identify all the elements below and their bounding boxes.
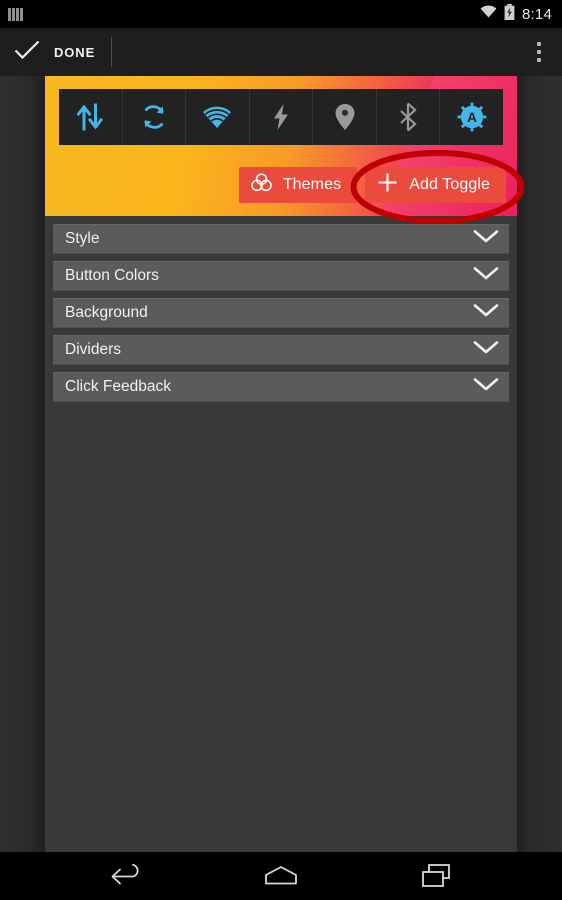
chevron-down-icon [473,266,499,286]
action-bar-separator [111,37,113,67]
settings-row-background[interactable]: Background [53,298,509,328]
bluetooth-toggle[interactable] [377,89,441,145]
settings-row-label: Dividers [65,341,121,358]
home-button[interactable] [255,856,307,896]
plus-icon [377,172,398,198]
data-transfer-icon [77,103,104,131]
content-panel: A Themes Add Toggle Style Button Colors … [0,76,562,852]
wifi-toggle[interactable] [186,89,250,145]
home-icon [265,866,297,885]
settings-row-click-feedback[interactable]: Click Feedback [53,372,509,402]
app-screen: 8:14 DONE A Themes Add Toggle Style Butt… [0,0,562,900]
done-button[interactable]: DONE [0,28,111,76]
settings-row-button-colors[interactable]: Button Colors [53,261,509,291]
action-bar: DONE [0,28,562,76]
settings-row-dividers[interactable]: Dividers [53,335,509,365]
toggle-button-row: A [59,89,503,145]
back-arrow-icon [111,864,139,885]
location-toggle[interactable] [313,89,377,145]
add-toggle-button[interactable]: Add Toggle [365,167,506,203]
add-toggle-label: Add Toggle [409,176,490,193]
svg-text:A: A [467,110,477,125]
location-pin-icon [335,104,355,130]
battery-charging-icon [504,3,515,25]
bluetooth-icon [400,102,417,132]
overflow-menu-icon[interactable] [516,28,562,76]
recents-button[interactable] [410,856,462,896]
settings-row-label: Background [65,304,148,321]
auto-brightness-toggle[interactable]: A [440,89,503,145]
navigation-bar [0,852,562,900]
settings-list: Style Button Colors Background Dividers … [45,216,517,402]
status-bar-clock: 8:14 [522,5,552,23]
status-bar: 8:14 [0,0,562,28]
flashlight-toggle[interactable] [250,89,314,145]
chevron-down-icon [473,303,499,323]
wifi-icon [203,106,232,128]
back-button[interactable] [100,856,152,896]
auto-brightness-icon: A [457,102,487,132]
chevron-down-icon [473,229,499,249]
flash-icon [274,104,289,130]
wifi-icon [480,5,497,23]
settings-row-style[interactable]: Style [53,224,509,254]
chevron-down-icon [473,377,499,397]
check-icon [14,40,40,65]
color-circles-icon [251,173,272,197]
data-transfer-toggle[interactable] [59,89,123,145]
notification-bars-icon [8,7,23,21]
sync-icon [144,105,164,129]
themes-button[interactable]: Themes [238,167,358,203]
settings-row-label: Button Colors [65,267,159,284]
sync-toggle[interactable] [123,89,187,145]
status-bar-right: 8:14 [480,3,552,25]
recents-icon [422,864,450,887]
status-bar-left [8,7,23,21]
toggle-preview: A Themes Add Toggle [45,76,517,216]
settings-row-label: Click Feedback [65,378,171,395]
themes-label: Themes [282,176,342,193]
chevron-down-icon [473,340,499,360]
done-label: DONE [54,44,96,60]
preview-actions: Themes Add Toggle [238,167,506,203]
settings-row-label: Style [65,230,100,247]
